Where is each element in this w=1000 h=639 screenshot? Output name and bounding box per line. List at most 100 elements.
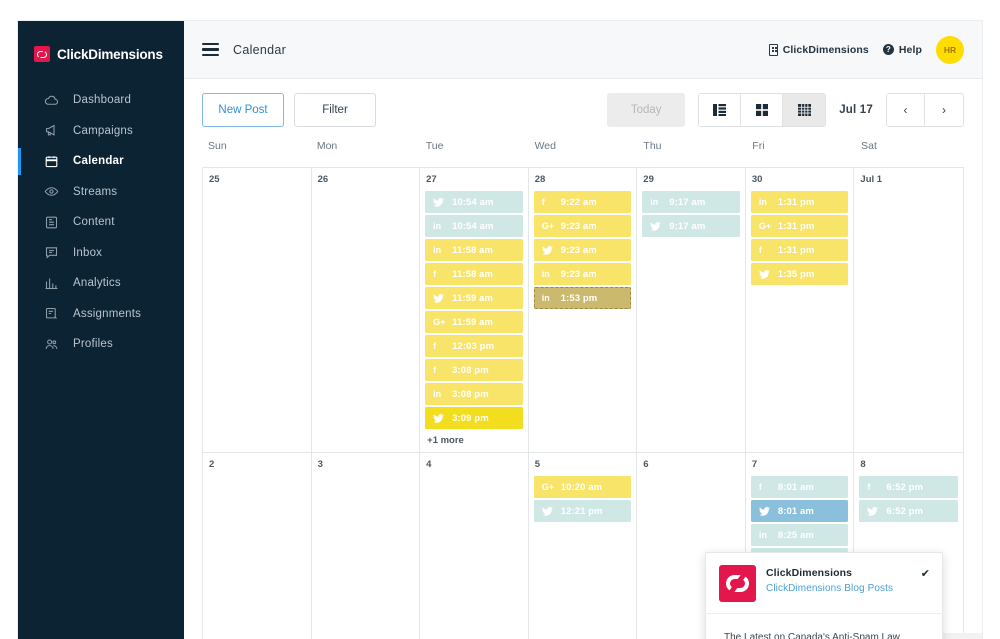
sidebar-item-assignments[interactable]: Assignments (18, 299, 184, 330)
network-icon (541, 245, 555, 255)
calendar-event[interactable]: f 1:31 pm (750, 239, 849, 261)
network-icon: G+ (541, 220, 554, 231)
calendar-event[interactable]: G+ 1:31 pm (750, 215, 849, 237)
brand-name: ClickDimensions (57, 46, 163, 62)
help-circle-icon: ? (882, 44, 894, 55)
calendar-day-cell[interactable]: 25 (203, 168, 312, 452)
sidebar-item-profiles[interactable]: Profiles (18, 329, 184, 360)
app-window: ClickDimensions Dashboard Campaigns Cale… (18, 21, 982, 639)
sidebar-item-analytics[interactable]: Analytics (18, 268, 184, 299)
event-time: 11:58 am (452, 244, 494, 256)
calendar-day-cell[interactable]: 3 (312, 453, 421, 639)
calendar-event[interactable]: in 8:25 am (750, 524, 849, 546)
network-icon: G+ (433, 316, 446, 327)
calendar-event[interactable]: 12:21 pm (533, 500, 632, 522)
list-grid-view-button[interactable] (699, 93, 742, 126)
event-time: 11:59 am (452, 316, 494, 328)
top-bar-actions: ClickDimensions ? Help HR (768, 35, 982, 64)
calendar-day-cell[interactable]: 29 in 9:17 am 9:17 am (637, 168, 746, 452)
calendar-event[interactable]: in 3:08 pm (425, 383, 523, 405)
calendar-event[interactable]: 6:52 pm (859, 500, 958, 522)
network-icon (433, 197, 446, 207)
inbox-icon (44, 245, 59, 260)
calendar-event[interactable]: f 6:52 pm (859, 476, 958, 498)
calendar-day-cell[interactable]: 26 (312, 168, 421, 452)
network-icon: in (433, 388, 442, 399)
sidebar-item-streams[interactable]: Streams (18, 177, 184, 208)
network-icon: in (758, 196, 767, 207)
main-content: Calendar ClickDimensions ? Help HR New P… (184, 21, 982, 639)
calendar-event[interactable]: f 11:58 am (425, 263, 523, 285)
day-number: 27 (426, 174, 437, 185)
calendar-event[interactable]: f 3:08 pm (425, 359, 523, 381)
today-button[interactable]: Today (607, 92, 686, 127)
calendar-event[interactable]: G+ 11:59 am (425, 311, 523, 333)
filter-button[interactable]: Filter (294, 92, 376, 127)
avatar[interactable]: HR (936, 35, 964, 64)
calendar-event[interactable]: 10:54 am (425, 191, 523, 213)
more-events-link[interactable]: +1 more (425, 431, 523, 446)
calendar-event[interactable]: 11:59 am (425, 287, 523, 309)
sidebar-item-inbox[interactable]: Inbox (18, 238, 184, 269)
weekday-header: Thu (643, 140, 662, 152)
check-icon: ✔ (920, 568, 930, 580)
calendar-event[interactable]: f 9:22 am (533, 191, 632, 213)
calendar-event[interactable]: G+ 10:20 am (533, 476, 632, 498)
calendar-day-cell[interactable]: 5 G+ 10:20 am 12:21 pm (529, 453, 638, 639)
calendar-event[interactable]: 8:01 am (750, 500, 849, 522)
network-icon: in (541, 292, 550, 303)
calendar-event[interactable]: in 10:54 am (425, 215, 523, 237)
network-icon: in (650, 196, 659, 207)
calendar-day-cell[interactable]: 27 10:54 am in 10:54 am in 11:58 am f 11:58 am 1… (420, 168, 529, 452)
network-icon: in (541, 268, 550, 279)
list-grid-icon (713, 103, 727, 116)
calendar-day-cell[interactable]: 28 f 9:22 am G+ 9:23 am 9:23 am in 9:23 am in 1:5… (529, 168, 638, 452)
network-icon: G+ (541, 481, 554, 492)
day-number: 4 (426, 459, 432, 470)
day-number: Jul 1 (860, 174, 883, 185)
sidebar-item-label: Profiles (73, 338, 113, 351)
four-block-view-button[interactable] (741, 93, 784, 126)
calendar-event[interactable]: 9:23 am (533, 239, 632, 261)
top-bar: Calendar ClickDimensions ? Help HR (184, 21, 982, 79)
next-period-button[interactable]: › (925, 93, 963, 126)
sidebar-item-dashboard[interactable]: Dashboard (18, 85, 184, 116)
calendar-day-cell[interactable]: 4 (420, 453, 529, 639)
eye-icon (44, 184, 59, 199)
event-time: 8:01 am (777, 481, 814, 493)
calendar-event[interactable]: in 1:31 pm (750, 191, 849, 213)
calendar-event[interactable]: in 11:58 am (425, 239, 523, 261)
people-icon (44, 337, 59, 352)
calendar-event[interactable]: G+ 9:23 am (533, 215, 632, 237)
month-view-button[interactable] (783, 93, 826, 126)
brand-logo[interactable]: ClickDimensions (18, 21, 184, 69)
calendar-event[interactable]: in 1:53 pm (533, 287, 632, 309)
network-icon: in (758, 529, 767, 540)
calendar-day-cell[interactable]: 2 (203, 453, 312, 639)
sidebar-item-campaigns[interactable]: Campaigns (18, 116, 184, 147)
help-link[interactable]: ? Help (882, 44, 922, 56)
day-number: 25 (209, 174, 220, 185)
calendar-event[interactable]: f 12:03 pm (425, 335, 523, 357)
calendar-event[interactable]: 1:35 pm (750, 263, 849, 285)
prev-period-button[interactable]: ‹ (887, 93, 925, 126)
hamburger-icon[interactable] (202, 43, 219, 56)
calendar-day-cell[interactable]: 30 in 1:31 pm G+ 1:31 pm f 1:31 pm 1:35 pm (746, 168, 855, 452)
event-time: 9:17 am (669, 220, 706, 232)
sidebar-item-content[interactable]: Content (18, 207, 184, 238)
calendar-day-cell[interactable]: Jul 1 (854, 168, 963, 452)
sidebar-item-calendar[interactable]: Calendar (18, 146, 184, 177)
calendar-event[interactable]: f 8:01 am (750, 476, 849, 498)
event-time: 9:22 am (560, 196, 597, 208)
new-post-button[interactable]: New Post (202, 92, 284, 127)
calendar-event[interactable]: in 9:23 am (533, 263, 632, 285)
account-switcher[interactable]: ClickDimensions (768, 43, 869, 56)
event-time: 10:54 am (452, 220, 494, 232)
clipboard-icon (44, 306, 59, 321)
calendar-event[interactable]: 9:17 am (642, 215, 740, 237)
calendar-event[interactable]: 3:09 pm (425, 407, 523, 429)
calendar-event[interactable]: in 9:17 am (642, 191, 740, 213)
day-number: 3 (317, 459, 323, 470)
popup-profile-stream[interactable]: ClickDimensions Blog Posts (766, 583, 911, 594)
clickdimensions-logo-icon (719, 565, 756, 602)
